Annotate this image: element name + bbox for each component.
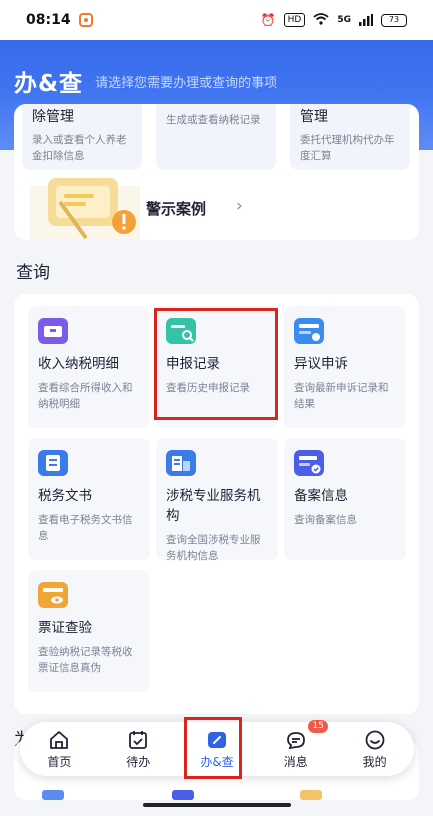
wallet-icon [38,318,68,344]
nav-todo[interactable]: 待办 [99,722,178,776]
signal-icon: 5G [337,15,351,25]
peek-icon [42,790,64,800]
nav-label: 消息 [283,754,308,769]
peek-icon [172,790,194,800]
filing-check-icon [294,450,324,476]
signal-bars-icon [359,14,373,26]
hd-icon: HD [283,13,306,27]
nav-label: 首页 [47,754,72,769]
home-icon [50,730,69,749]
nav-label: 我的 [362,754,387,769]
receipt-eye-icon [38,582,68,608]
smile-icon [365,730,384,749]
chevron-right-icon: › [236,196,243,216]
tax-service-agency-tile[interactable]: 涉税专业服务机构 查询全国涉税专业服务机构信息 [156,438,278,562]
tile-desc: 查询最新申诉记录和结果 [294,382,389,410]
agent-management-tile[interactable]: 管理 委托代理机构代办年度汇算 [290,104,410,170]
tile-title: 管理 [300,109,328,125]
warning-illustration [30,178,140,240]
home-indicator[interactable] [143,803,291,807]
tile-desc: 录入或查看个人养老金扣除信息 [32,134,127,162]
warning-cases-link[interactable]: 警示案例 [146,198,206,219]
calendar-check-icon [129,730,148,749]
pension-deduction-tile[interactable]: 除管理 录入或查看个人养老金扣除信息 [22,104,142,170]
tile-desc: 查验纳税记录等税收票证信息真伪 [38,646,133,674]
nav-mine[interactable]: 我的 [335,722,414,776]
document-icon [38,450,68,476]
filing-info-tile[interactable]: 备案信息 查询备案信息 [284,438,406,560]
income-tax-detail-tile[interactable]: 收入纳税明细 查看综合所得收入和纳税明细 [28,306,150,428]
tile-desc: 查看电子税务文书信息 [38,514,133,542]
nav-highlight-box [184,717,242,779]
handle-card: 除管理 录入或查看个人养老金扣除信息 生成或查看纳税记录 管理 委托代理机构代办… [14,104,419,240]
tax-record-tile[interactable]: 生成或查看纳税记录 [156,104,276,170]
battery-icon: 73 [381,13,407,27]
tile-name: 异议申诉 [294,356,348,372]
wifi-icon [313,12,329,28]
nav-messages[interactable]: 15 消息 [256,720,335,776]
nav-label: 待办 [126,754,151,769]
message-badge: 15 [308,720,328,733]
tile-desc: 查看综合所得收入和纳税明细 [38,382,133,410]
tile-name: 备案信息 [294,488,348,504]
status-bar: 08:14 ⏰ HD 5G 73 [0,0,433,40]
appeal-icon [294,318,324,344]
peek-icon [300,790,322,800]
page-subtitle: 请选择您需要办理或查询的事项 [95,75,278,91]
tile-desc: 委托代理机构代办年度汇算 [300,134,395,162]
query-section-title: 查询 [16,263,50,283]
tile-name: 票证查验 [38,620,92,636]
tile-name: 税务文书 [38,488,92,504]
message-icon [286,731,305,749]
tax-document-tile[interactable]: 税务文书 查看电子税务文书信息 [28,438,150,560]
page-title: 办&查 [14,71,84,97]
page-header: 办&查 请选择您需要办理或查询的事项 [14,64,277,98]
tile-name: 收入纳税明细 [38,356,119,372]
tile-desc: 查询全国涉税专业服务机构信息 [166,534,261,562]
tile-desc: 生成或查看纳税记录 [166,114,261,126]
alarm-icon: ⏰ [260,13,276,27]
tile-title: 除管理 [32,109,74,125]
nav-home[interactable]: 首页 [20,722,99,776]
app-notification-icon [78,13,93,27]
objection-appeal-tile[interactable]: 异议申诉 查询最新申诉记录和结果 [284,306,406,428]
highlight-box [154,308,278,420]
tile-desc: 查询备案信息 [294,514,357,526]
receipt-verification-tile[interactable]: 票证查验 查验纳税记录等税收票证信息真伪 [28,570,150,692]
building-icon [166,450,196,476]
status-time: 08:14 [26,12,71,28]
tile-name: 涉税专业服务机构 [166,488,261,524]
